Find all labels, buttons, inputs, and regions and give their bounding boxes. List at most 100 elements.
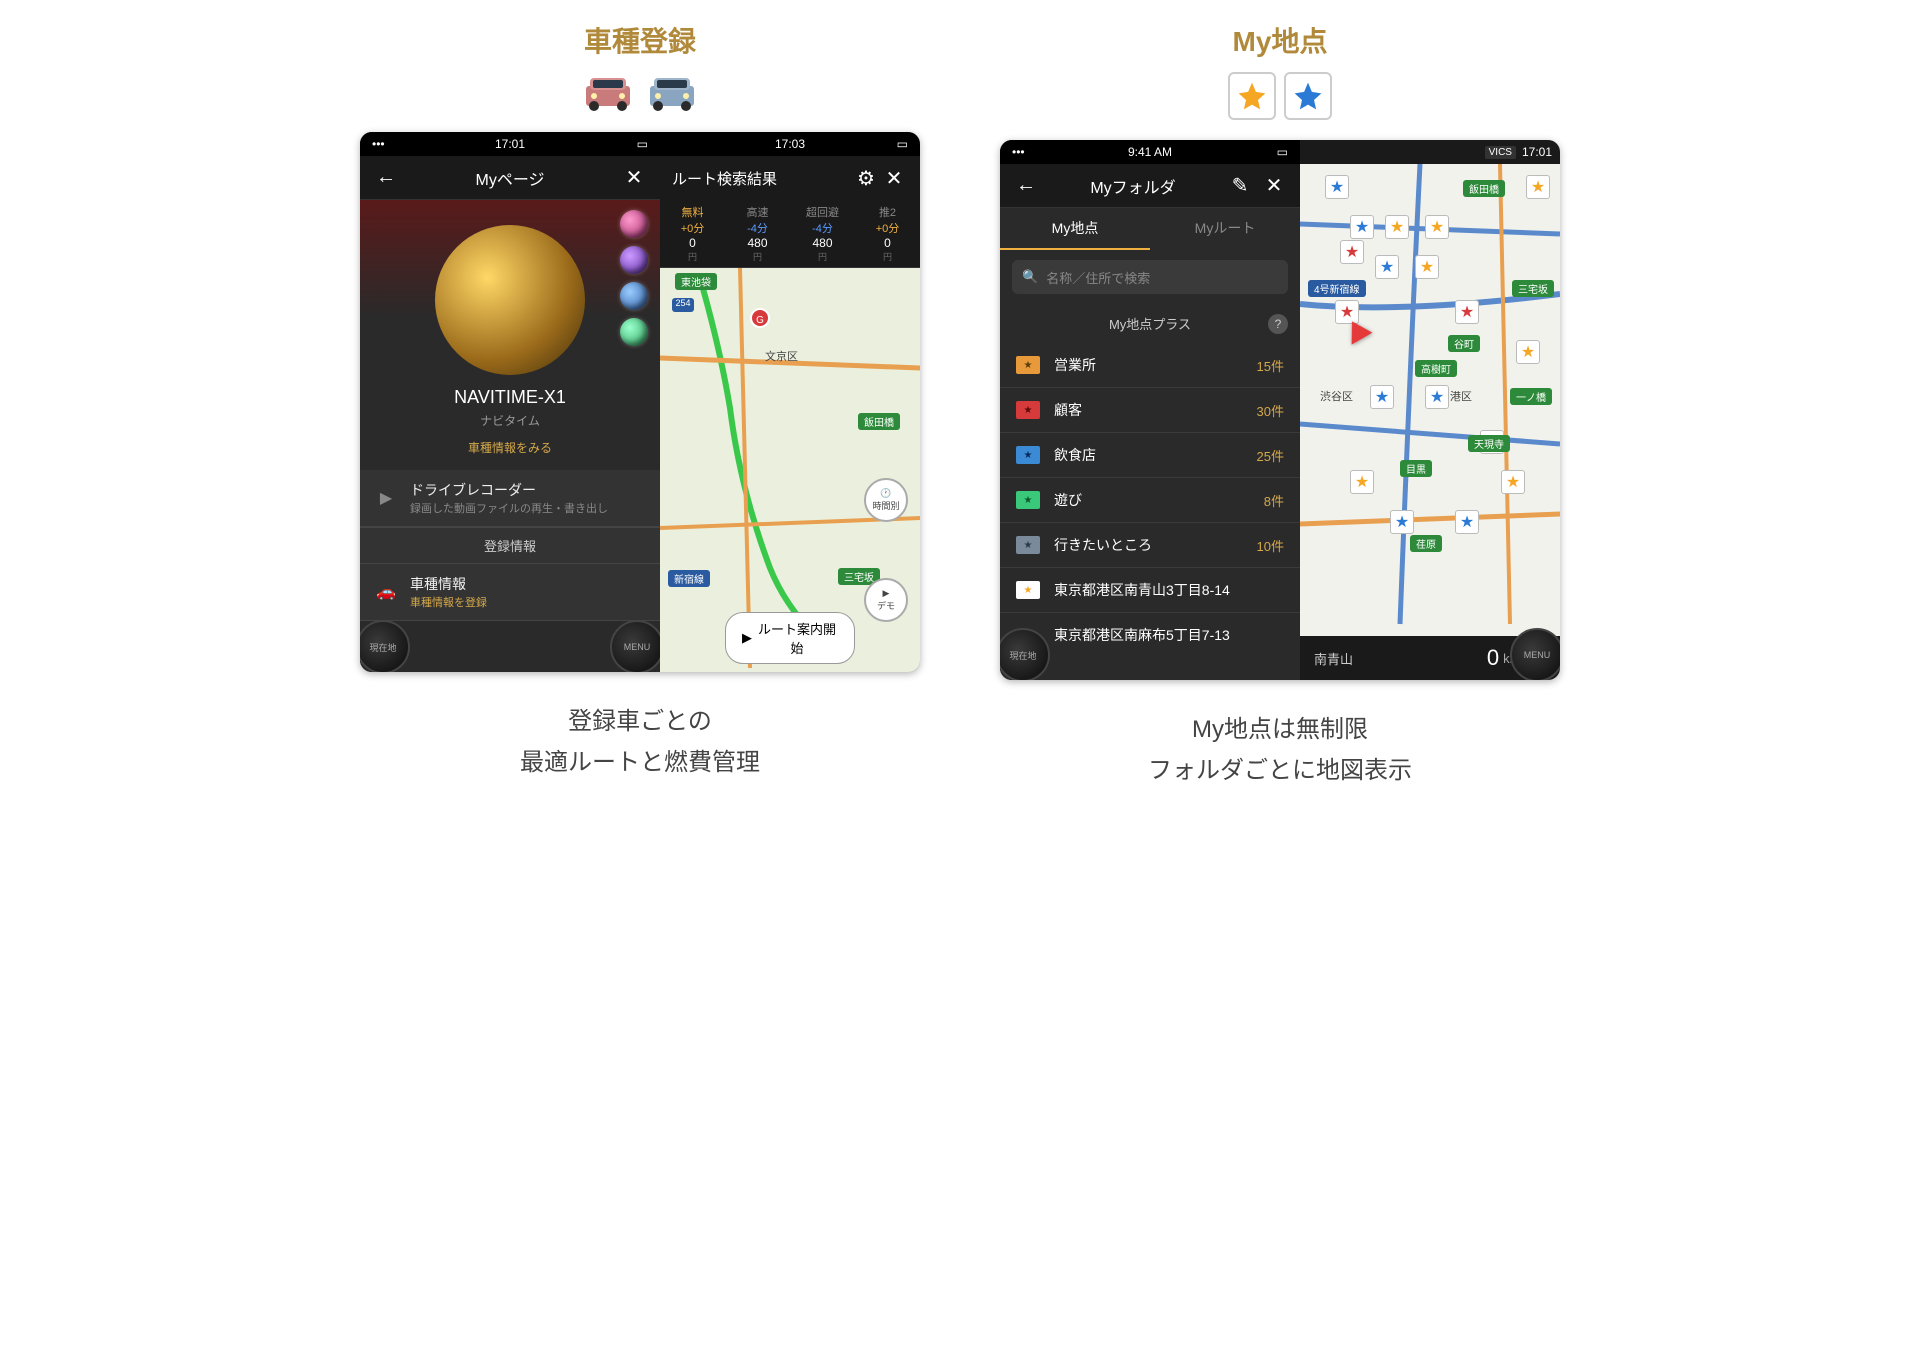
car-info-link[interactable]: 車種情報をみる — [468, 439, 552, 456]
route-header: ルート検索結果 ⚙ ✕ — [660, 156, 920, 200]
map-star[interactable]: ★ — [1375, 255, 1399, 279]
time-button[interactable]: 🕐時間別 — [864, 478, 908, 522]
back-button[interactable]: ← — [372, 166, 400, 189]
map-star[interactable]: ★ — [1385, 215, 1409, 239]
map-label: 目黒 — [1400, 460, 1432, 477]
map-label: 渋谷区 — [1320, 388, 1353, 404]
device-right: ••• 9:41 AM ▭ ← Myフォルダ ✎ ✕ My地点 Myルート — [1000, 140, 1560, 680]
route-badge: 254 — [672, 298, 694, 312]
carinfo-title: 車種情報 — [410, 574, 646, 594]
page-title: Myフォルダ — [1090, 174, 1175, 198]
page-title: Myページ — [475, 166, 544, 190]
battery-icon: ▭ — [1277, 145, 1288, 159]
map-star[interactable]: ★ — [1340, 240, 1364, 264]
status-bar: ••• 9:41 AM ▭ — [1000, 140, 1300, 164]
map-star[interactable]: ★ — [1526, 175, 1550, 199]
map-star[interactable]: ★ — [1516, 340, 1540, 364]
car-profile-image[interactable] — [435, 225, 585, 375]
menu-knob[interactable]: MENU — [1510, 628, 1560, 680]
close-button[interactable]: ✕ — [880, 166, 908, 191]
map-label: 飯田橋 — [858, 413, 900, 430]
folder-item[interactable]: ★ 営業所 15件 — [1000, 343, 1300, 388]
battery-icon: ▭ — [897, 137, 908, 151]
orb-green[interactable] — [620, 318, 648, 346]
search-placeholder: 名称／住所で検索 — [1046, 268, 1150, 287]
route-tab-free[interactable]: 無料 +0分 0 円 — [660, 200, 725, 267]
recorder-title: ドライブレコーダー — [410, 480, 646, 500]
battery-icon: ▭ — [637, 137, 648, 151]
address-item[interactable]: ★ 東京都港区南青山3丁目8-14 — [1000, 568, 1300, 613]
folder-item[interactable]: ★ 顧客 30件 — [1000, 388, 1300, 433]
caption: 登録車ごとの 最適ルートと燃費管理 — [520, 702, 760, 784]
orb-purple[interactable] — [620, 246, 648, 274]
feature-title: 車種登録 — [584, 20, 696, 60]
map-star[interactable]: ★ — [1325, 175, 1349, 199]
map-label: 谷町 — [1448, 335, 1480, 352]
map-route[interactable]: G 東池袋 254 文京区 飯田橋 三宅坂 谷町 新宿線 🕐時間別 ▶デモ ▶ル… — [660, 268, 920, 672]
car-icon-blue — [644, 72, 700, 112]
map-star[interactable]: ★ — [1350, 470, 1374, 494]
car-icon-row — [580, 72, 700, 112]
back-button[interactable]: ← — [1012, 174, 1040, 197]
panel-route-result: 17:03 ▭ ルート検索結果 ⚙ ✕ 無料 +0分 0 円 — [660, 132, 920, 672]
car-icon-red — [580, 72, 636, 112]
map-star[interactable]: ★ — [1415, 255, 1439, 279]
close-button[interactable]: ✕ — [620, 165, 648, 190]
map-star[interactable]: ★ — [1455, 510, 1479, 534]
settings-button[interactable]: ⚙ — [852, 166, 880, 191]
map-label: 天現寺 — [1468, 435, 1510, 452]
folder-content: 🔍 名称／住所で検索 My地点プラス ? ★ 営業所 15件 — [1000, 250, 1300, 680]
map-star[interactable]: ★ — [1370, 385, 1394, 409]
map-star[interactable]: ★ — [1425, 385, 1449, 409]
start-route-button[interactable]: ▶ルート案内開始 — [725, 612, 855, 664]
map-star[interactable]: ★ — [1350, 215, 1374, 239]
route-tab-avoid[interactable]: 超回避 -4分 480 円 — [790, 200, 855, 267]
menu-knob[interactable]: MENU — [610, 620, 664, 672]
map-label: 新宿線 — [668, 570, 710, 587]
route-tab-highway[interactable]: 高速 -4分 480 円 — [725, 200, 790, 267]
map-star[interactable]: ★ — [1455, 300, 1479, 324]
map-star[interactable]: ★ — [1501, 470, 1525, 494]
map-roads — [1300, 164, 1560, 680]
drive-recorder-item[interactable]: ▶ ドライブレコーダー 録画した動画ファイルの再生・書き出し — [360, 470, 660, 527]
reg-section-header: 登録情報 — [360, 527, 660, 564]
folder-list: ★ 営業所 15件 ★ 顧客 30件 ★ 飲食店 25件 — [1000, 343, 1300, 657]
demo-button[interactable]: ▶デモ — [864, 578, 908, 622]
folder-item[interactable]: ★ 飲食店 25件 — [1000, 433, 1300, 478]
map-label: 荏原 — [1410, 535, 1442, 552]
tab-myroute[interactable]: Myルート — [1150, 208, 1300, 250]
spot-icon: ★ — [1016, 581, 1040, 599]
status-bar-route: 17:03 ▭ — [660, 132, 920, 156]
map-label: 飯田橋 — [1463, 180, 1505, 197]
folder-item[interactable]: ★ 行きたいところ 10件 — [1000, 523, 1300, 568]
tab-myspot[interactable]: My地点 — [1000, 208, 1150, 250]
edit-button[interactable]: ✎ — [1226, 173, 1254, 198]
map-label: 高樹町 — [1415, 360, 1457, 377]
map-spots[interactable]: VICS 17:01 ★ ★ ★ ★ ★ — [1300, 140, 1560, 680]
orb-column — [620, 210, 648, 346]
folder-icon: ★ — [1016, 401, 1040, 419]
folder-icon: ★ — [1016, 491, 1040, 509]
current-location-knob[interactable]: 現在地 — [1000, 628, 1050, 680]
search-input[interactable]: 🔍 名称／住所で検索 — [1012, 260, 1288, 294]
panel-map-stars: VICS 17:01 ★ ★ ★ ★ ★ — [1300, 140, 1560, 680]
panel-myfolder: ••• 9:41 AM ▭ ← Myフォルダ ✎ ✕ My地点 Myルート — [1000, 140, 1300, 680]
signal-icon: ••• — [372, 137, 385, 151]
map-label: 一ノ橋 — [1510, 388, 1552, 405]
current-location-knob[interactable]: 現在地 — [360, 620, 410, 672]
orb-pink[interactable] — [620, 210, 648, 238]
route-tab-rec2[interactable]: 推2 +0分 0 円 — [855, 200, 920, 267]
car-info-item[interactable]: 🚗 車種情報 車種情報を登録 — [360, 564, 660, 621]
speed-value: 0 — [1487, 645, 1499, 671]
feature-my-spot: My地点 ••• 9:41 AM ▭ ← Myフォルダ ✎ ✕ — [990, 20, 1570, 792]
video-icon: ▶ — [374, 486, 398, 510]
map-star[interactable]: ★ — [1425, 215, 1449, 239]
map-star[interactable]: ★ — [1390, 510, 1414, 534]
folder-item[interactable]: ★ 遊び 8件 — [1000, 478, 1300, 523]
orb-blue[interactable] — [620, 282, 648, 310]
map-time: 17:01 — [1522, 145, 1552, 159]
close-button[interactable]: ✕ — [1260, 173, 1288, 198]
help-icon[interactable]: ? — [1268, 314, 1288, 334]
car-name: NAVITIME-X1 — [454, 387, 566, 408]
panel-mypage: ••• 17:01 ▭ ← Myページ ✕ — [360, 132, 660, 672]
